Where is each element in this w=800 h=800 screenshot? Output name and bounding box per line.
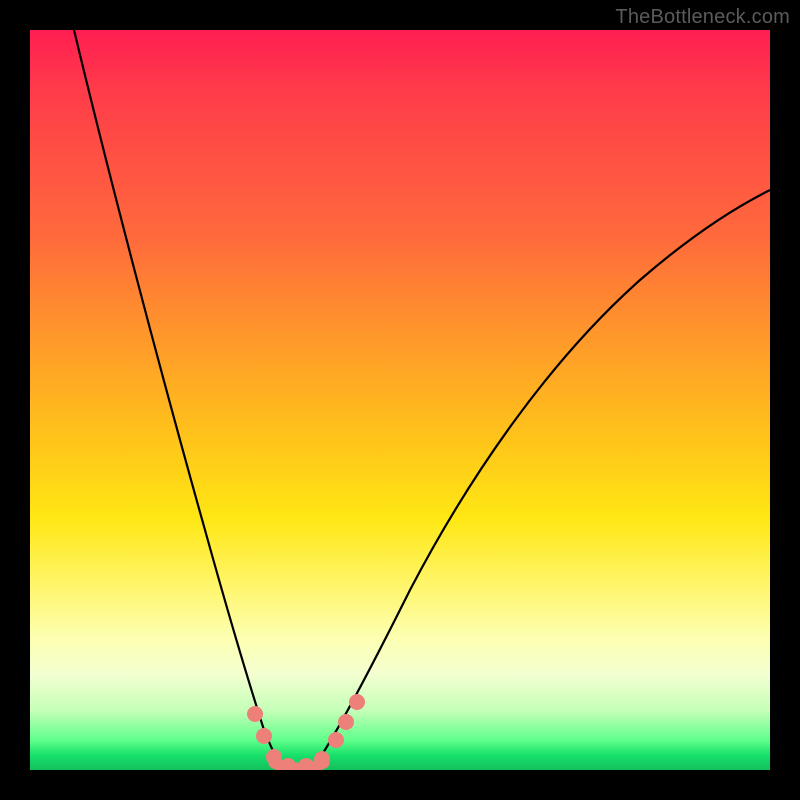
curve-layer	[30, 30, 770, 770]
watermark-text: TheBottleneck.com	[615, 6, 790, 29]
chart-frame: TheBottleneck.com	[0, 0, 800, 800]
plot-area	[30, 30, 770, 770]
curve-left-branch	[74, 30, 283, 768]
marker-dot	[328, 732, 344, 748]
marker-group	[247, 694, 365, 770]
marker-dot	[298, 758, 314, 770]
marker-dot	[266, 749, 282, 765]
marker-dot	[247, 706, 263, 722]
curve-right-branch	[313, 190, 770, 768]
marker-dot	[349, 694, 365, 710]
marker-dot	[256, 728, 272, 744]
marker-dot	[338, 714, 354, 730]
marker-dot	[280, 758, 296, 770]
marker-dot	[314, 751, 330, 767]
